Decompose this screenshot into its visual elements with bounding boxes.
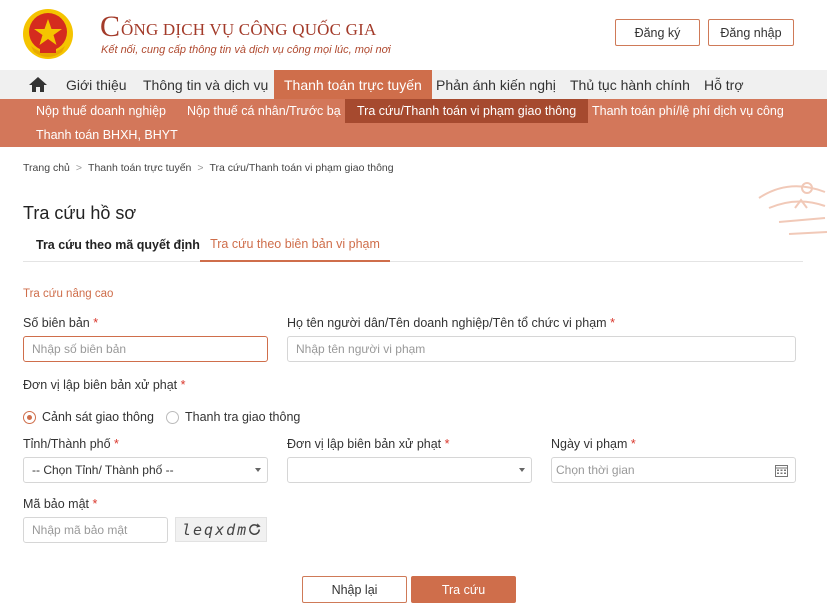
record-number-label-text: Số biên bản (23, 316, 90, 330)
radio-traffic-police[interactable]: Cảnh sát giao thông (23, 408, 154, 426)
breadcrumb-current: Tra cứu/Thanh toán vi phạm giao thông (209, 162, 394, 174)
subnav-item-bhxh-bhyt[interactable]: Thanh toán BHXH, BHYT (36, 123, 178, 147)
violation-date-placeholder: Chọn thời gian (556, 463, 635, 477)
issuer-type-label-text: Đơn vị lập biên bản xử phạt (23, 378, 178, 392)
page-title: Tra cứu hồ sơ (23, 203, 137, 223)
subnav-item-nop-thue-doanh-nghiep[interactable]: Nộp thuế doanh nghiệp (36, 99, 166, 123)
login-button[interactable]: Đăng nhập (708, 19, 794, 46)
radio-unchecked-icon[interactable] (166, 410, 179, 424)
tab-search-by-decision[interactable]: Tra cứu theo mã quyết định (36, 228, 200, 261)
required-mark: * (444, 437, 450, 451)
radio-traffic-inspector-label: Thanh tra giao thông (185, 410, 301, 424)
reset-button[interactable]: Nhập lại (302, 576, 407, 603)
chevron-down-icon (519, 468, 525, 472)
required-mark: * (92, 497, 98, 511)
province-select-value: -- Chọn Tỉnh/ Thành phố -- (32, 463, 174, 477)
tab-search-by-record[interactable]: Tra cứu theo biên bản vi phạm (200, 228, 390, 262)
required-mark: * (93, 316, 99, 330)
nav-item-phan-anh-kien-nghi[interactable]: Phản ánh kiến nghị (436, 70, 556, 99)
national-emblem-icon[interactable] (22, 8, 74, 60)
nav-item-thu-tuc-hanh-chinh[interactable]: Thủ tục hành chính (570, 70, 690, 99)
breadcrumb-separator: > (75, 162, 83, 174)
issuer-unit-label: Đơn vị lập biên bản xử phạt * (287, 437, 450, 451)
nav-item-ho-tro[interactable]: Hỗ trợ (704, 70, 744, 99)
captcha-input[interactable]: Nhập mã bảo mật (23, 517, 168, 543)
issuer-unit-select[interactable] (287, 457, 532, 483)
province-label-text: Tỉnh/Thành phố (23, 437, 111, 451)
violation-date-picker[interactable]: Chọn thời gian (551, 457, 796, 483)
page: C ỔNG DỊCH VỤ CÔNG QUỐC GIA Kết nối, cun… (0, 0, 827, 609)
captcha-label-text: Mã bảo mật (23, 497, 90, 511)
violator-name-label: Họ tên người dân/Tên doanh nghiệp/Tên tổ… (287, 316, 615, 330)
issuer-type-label: Đơn vị lập biên bản xử phạt * (23, 378, 186, 392)
captcha-image: leqxdm (175, 517, 267, 542)
advanced-search-label[interactable]: Tra cứu nâng cao (23, 288, 113, 300)
province-label: Tỉnh/Thành phố * (23, 437, 119, 451)
required-mark: * (610, 316, 615, 330)
breadcrumb-payment[interactable]: Thanh toán trực tuyến (88, 162, 191, 174)
search-tabs: Tra cứu theo mã quyết định Tra cứu theo … (23, 228, 803, 262)
subnav-item-thanh-toan-phi[interactable]: Thanh toán phí/lệ phí dịch vụ công (592, 99, 784, 123)
sub-nav: Nộp thuế doanh nghiệp Nộp thuế cá nhân/T… (0, 99, 827, 147)
subnav-item-tra-cuu-vi-pham[interactable]: Tra cứu/Thanh toán vi phạm giao thông (345, 99, 589, 123)
home-icon[interactable] (28, 75, 48, 94)
issuer-unit-label-text: Đơn vị lập biên bản xử phạt (287, 437, 442, 451)
header: C ỔNG DỊCH VỤ CÔNG QUỐC GIA Kết nối, cun… (0, 0, 827, 70)
main-nav: Giới thiệu Thông tin và dịch vụ Thanh to… (0, 70, 827, 99)
logo-text: ỔNG DỊCH VỤ CÔNG QUỐC GIA (121, 20, 377, 39)
refresh-icon[interactable] (247, 522, 262, 537)
violation-date-label-text: Ngày vi phạm (551, 437, 628, 451)
violation-date-label: Ngày vi phạm * (551, 437, 636, 451)
record-number-label: Số biên bản * (23, 316, 98, 330)
radio-traffic-inspector[interactable]: Thanh tra giao thông (166, 408, 300, 426)
logo-initial: C (100, 10, 121, 43)
chevron-down-icon (255, 468, 261, 472)
portal-slogan: Kết nối, cung cấp thông tin và dịch vụ c… (101, 44, 391, 56)
breadcrumb-home[interactable]: Trang chủ (23, 162, 70, 174)
captcha-code: leqxdm (182, 520, 249, 539)
record-number-input[interactable]: Nhập số biên bản (23, 336, 268, 362)
required-mark: * (630, 437, 636, 451)
violator-name-label-text: Họ tên người dân/Tên doanh nghiệp/Tên tổ… (287, 316, 607, 330)
violator-name-input[interactable]: Nhập tên người vi phạm (287, 336, 796, 362)
breadcrumb: Trang chủ > Thanh toán trực tuyến > Tra … (23, 162, 394, 174)
required-mark: * (114, 437, 119, 451)
subnav-item-nop-thue-ca-nhan[interactable]: Nộp thuế cá nhân/Trước bạ (187, 99, 341, 123)
required-mark: * (180, 378, 186, 392)
province-select[interactable]: -- Chọn Tỉnh/ Thành phố -- (23, 457, 268, 483)
radio-checked-icon[interactable] (23, 410, 36, 424)
radio-traffic-police-label: Cảnh sát giao thông (42, 410, 154, 424)
nav-item-gioi-thieu[interactable]: Giới thiệu (66, 70, 127, 99)
calendar-icon[interactable] (775, 464, 788, 477)
breadcrumb-separator: > (197, 162, 204, 174)
nav-item-thong-tin-dich-vu[interactable]: Thông tin và dịch vụ (143, 70, 268, 99)
portal-logo-title[interactable]: C ỔNG DỊCH VỤ CÔNG QUỐC GIA (100, 12, 376, 42)
captcha-label: Mã bảo mật * (23, 497, 97, 511)
nav-item-thanh-toan-truc-tuyen[interactable]: Thanh toán trực tuyến (274, 70, 432, 99)
register-button[interactable]: Đăng ký (615, 19, 700, 46)
search-button[interactable]: Tra cứu (411, 576, 516, 603)
